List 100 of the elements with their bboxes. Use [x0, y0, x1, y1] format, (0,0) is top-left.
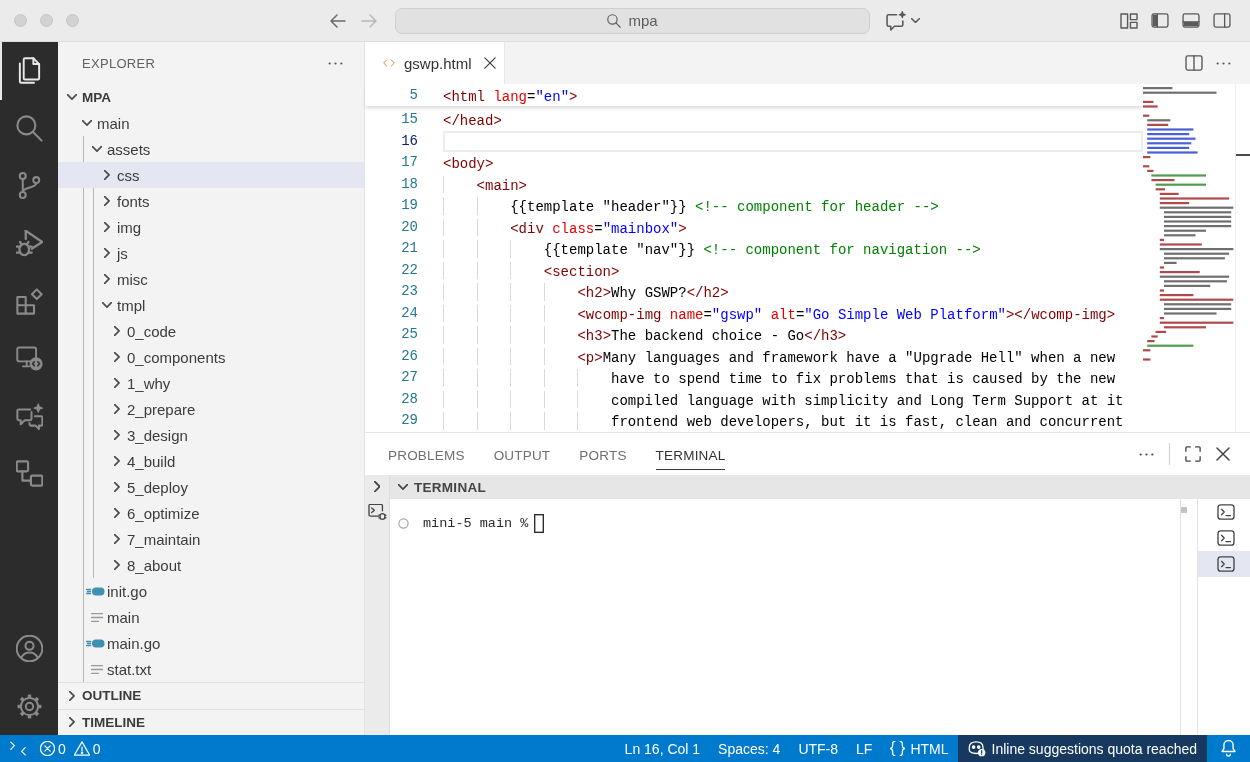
folder-item[interactable]: 3_design [58, 422, 364, 448]
code-line: <div class="mainbox"> [510, 219, 687, 236]
chevron-right-icon[interactable] [114, 508, 120, 518]
line-number: 16 [401, 132, 418, 149]
chat-sparkle-icon[interactable] [886, 10, 906, 31]
terminal-bug-icon[interactable] [367, 504, 387, 522]
code-line: <body> [443, 155, 494, 172]
bottom-panel-icon[interactable] [1182, 13, 1200, 28]
circle-icon [398, 517, 409, 529]
folder-item[interactable]: 2_prepare [58, 396, 364, 422]
folder-item[interactable]: 4_build [58, 448, 364, 474]
problems-button[interactable]: 0 0 [40, 735, 101, 762]
code-line: {{template "header"}} <!-- component for header --> [510, 198, 939, 215]
folder-item[interactable]: 1_why [58, 370, 364, 396]
bell-icon[interactable] [1221, 740, 1236, 757]
error-count: 0 [58, 740, 66, 757]
caret-icon[interactable] [911, 18, 920, 23]
folder-item[interactable]: js [58, 240, 364, 266]
chevron-right-icon[interactable] [114, 352, 120, 362]
chevron-right-icon[interactable] [114, 456, 120, 466]
status-bar-item[interactable]: LF [847, 735, 882, 762]
editor-tab[interactable]: gswp.html [365, 42, 505, 84]
close-icon[interactable] [1216, 447, 1230, 461]
panel-tab[interactable]: PROBLEMS [388, 438, 465, 470]
folder-item[interactable]: fonts [58, 188, 364, 214]
folder-item[interactable]: assets [58, 136, 364, 162]
chevron-down-icon[interactable] [398, 484, 408, 490]
chevron-right-icon[interactable] [114, 430, 120, 440]
chevron-down-icon[interactable] [82, 120, 92, 126]
file-item[interactable]: main.go [58, 630, 364, 656]
chevron-down-icon[interactable] [92, 146, 102, 152]
split-editor-icon[interactable] [1185, 55, 1203, 71]
right-panel-icon[interactable] [1213, 13, 1231, 28]
settings-icon[interactable] [15, 692, 43, 720]
chevron-right-icon[interactable] [69, 690, 75, 701]
account-icon[interactable] [15, 635, 43, 663]
folder-item[interactable]: 6_optimize [58, 500, 364, 526]
folder-item[interactable]: 0_components [58, 344, 364, 370]
workspace-root[interactable]: MPA [58, 84, 364, 110]
folder-item[interactable]: misc [58, 266, 364, 292]
folder-item[interactable]: 0_code [58, 318, 364, 344]
folder-item[interactable]: img [58, 214, 364, 240]
file-item[interactable]: main [58, 604, 364, 630]
status-bar-item[interactable]: UTF-8 [789, 735, 848, 762]
chevron-right-icon[interactable] [104, 196, 110, 206]
chevron-right-icon[interactable] [104, 248, 110, 258]
chevron-right-icon[interactable] [114, 378, 120, 388]
folder-item[interactable]: 8_about [58, 552, 364, 578]
chevron-down-icon[interactable] [67, 94, 77, 100]
status-bar-item[interactable]: Spaces: 4 [709, 735, 790, 762]
chevron-right-icon[interactable] [114, 534, 120, 544]
folder-item[interactable]: 5_deploy [58, 474, 364, 500]
back-arrow-icon[interactable] [330, 13, 346, 28]
panel-tab[interactable]: PORTS [579, 438, 627, 470]
chevron-right-icon[interactable] [114, 482, 120, 492]
folder-item[interactable]: css [58, 162, 364, 188]
chevron-right-icon[interactable] [114, 560, 120, 570]
chevron-right-icon[interactable] [114, 404, 120, 414]
ellipsis-icon[interactable] [1216, 61, 1231, 65]
section-header[interactable]: OUTLINE [58, 682, 364, 709]
folder-item[interactable]: main [58, 110, 364, 136]
line-number: 23 [401, 283, 418, 299]
folder-item[interactable]: 7_maintain [58, 526, 364, 552]
folder-item[interactable]: tmpl [58, 292, 364, 318]
line-number: 17 [401, 154, 418, 170]
line-number: 5 [409, 87, 418, 103]
panel-tab[interactable]: TERMINAL [655, 438, 726, 470]
code-line: <p>Many languages and framework have a "Upgrade Hell" when a new [577, 348, 1116, 365]
remote-icon[interactable] [10, 741, 26, 756]
left-panel-icon[interactable] [1151, 13, 1169, 28]
file-item[interactable]: init.go [58, 578, 364, 604]
terminal-session-item[interactable] [1198, 551, 1250, 577]
panel-tab[interactable]: OUTPUT [493, 438, 551, 470]
line-number: 15 [401, 111, 418, 127]
ellipsis-icon[interactable] [1139, 452, 1154, 456]
play-bug-icon [15, 230, 43, 258]
file-type-icon [86, 638, 105, 648]
status-bar-item[interactable]: Ln 16, Col 1 [615, 735, 710, 762]
layout-icon[interactable] [1120, 12, 1138, 29]
chevron-right-icon[interactable] [104, 274, 110, 284]
search-field[interactable]: mpa [395, 7, 870, 34]
file-item[interactable]: stat.txt [58, 656, 364, 682]
quota-warning-button[interactable]: Inline suggestions quota reached [957, 735, 1207, 762]
sidebar-title: EXPLORER [82, 55, 156, 71]
ellipsis-icon[interactable] [328, 61, 343, 65]
line-number: 27 [401, 369, 418, 385]
chevron-right-icon[interactable] [104, 170, 110, 180]
chevron-right-icon[interactable] [104, 222, 110, 232]
chevron-down-icon[interactable] [102, 302, 112, 308]
terminal-section-header[interactable]: TERMINAL [390, 475, 1250, 499]
chevron-right-icon[interactable] [114, 326, 120, 336]
linked-squares-icon [15, 460, 43, 488]
error-icon [40, 741, 55, 756]
close-icon[interactable] [484, 57, 496, 69]
language-mode-button[interactable]: HTML [881, 735, 958, 762]
code-line: {{template "nav"}} <!-- component for navigation --> [543, 241, 981, 258]
chevron-right-icon[interactable] [373, 481, 381, 493]
chevron-right-icon[interactable] [69, 717, 75, 728]
search-icon [607, 13, 622, 28]
maximize-icon[interactable] [1185, 446, 1201, 462]
